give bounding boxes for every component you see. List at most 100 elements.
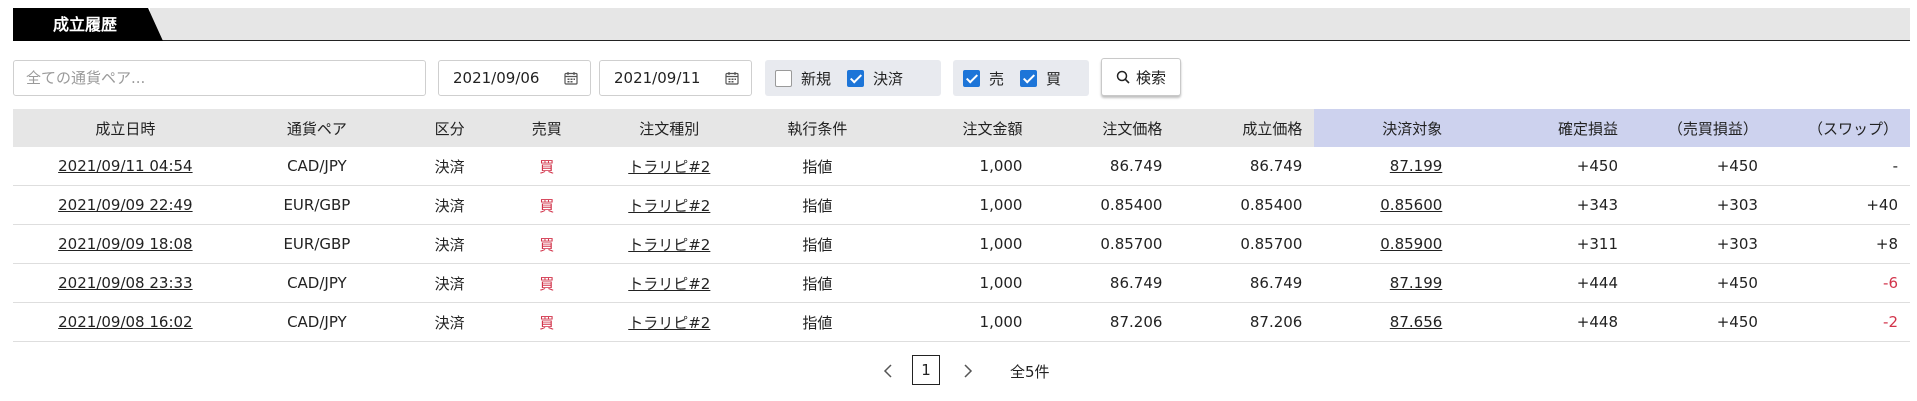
col-header-side[interactable]: 売買	[503, 109, 591, 147]
kubun-cell: 決済	[396, 147, 504, 186]
datetime-link[interactable]: 2021/09/09 18:08	[58, 235, 192, 253]
datetime-link[interactable]: 2021/09/11 04:54	[58, 157, 192, 175]
buy-checkbox[interactable]: 買	[1020, 68, 1061, 89]
table-row: 2021/09/09 22:49 EUR/GBP 決済 買 トラリピ#2 指値 …	[13, 185, 1910, 225]
date-to-field[interactable]: 2021/09/11	[599, 60, 752, 96]
tab-execution-history[interactable]: 成立履歴	[13, 8, 163, 41]
condition-cell: 指値	[748, 224, 887, 264]
date-to-value: 2021/09/11	[614, 69, 701, 87]
kubun-cell: 決済	[396, 263, 504, 303]
col-header-condition[interactable]: 執行条件	[748, 109, 887, 147]
order-type-link[interactable]: トラリピ#2	[628, 275, 710, 293]
calendar-icon[interactable]	[564, 71, 578, 85]
trade-pnl-cell: +303	[1630, 224, 1770, 264]
swap-cell: +40	[1769, 185, 1910, 225]
date-from-field[interactable]: 2021/09/06	[438, 60, 591, 96]
amount-cell: 1,000	[886, 185, 1035, 225]
col-header-fill-price[interactable]: 成立価格	[1174, 109, 1315, 147]
col-header-kubun[interactable]: 区分	[396, 109, 504, 147]
side-cell: 買	[503, 263, 591, 303]
table-row: 2021/09/08 23:33 CAD/JPY 決済 買 トラリピ#2 指値 …	[13, 263, 1910, 303]
kubun-cell: 決済	[396, 224, 504, 264]
target-link[interactable]: 0.85900	[1380, 235, 1442, 253]
col-header-pnl[interactable]: 確定損益	[1454, 109, 1630, 147]
settle-checkbox[interactable]: 決済	[847, 68, 903, 89]
pnl-cell: +448	[1454, 302, 1630, 342]
page-button-current[interactable]: 1	[912, 355, 940, 385]
col-header-target[interactable]: 決済対象	[1314, 109, 1455, 147]
table-row: 2021/09/08 16:02 CAD/JPY 決済 買 トラリピ#2 指値 …	[13, 302, 1910, 342]
col-header-datetime[interactable]: 成立日時	[13, 109, 238, 147]
col-header-amount[interactable]: 注文金額	[886, 109, 1035, 147]
order-type-link[interactable]: トラリピ#2	[628, 158, 710, 176]
pnl-cell: +311	[1454, 224, 1630, 264]
kubun-cell: 決済	[396, 302, 504, 342]
condition-cell: 指値	[748, 185, 887, 225]
target-link[interactable]: 87.199	[1390, 274, 1443, 292]
datetime-link[interactable]: 2021/09/09 22:49	[58, 196, 192, 214]
condition-cell: 指値	[748, 147, 887, 186]
amount-cell: 1,000	[886, 263, 1035, 303]
new-checkbox-label: 新規	[801, 69, 832, 88]
order-price-cell: 86.749	[1034, 263, 1175, 303]
order-type-link[interactable]: トラリピ#2	[628, 314, 710, 332]
pair-cell: CAD/JPY	[237, 147, 397, 186]
table-row: 2021/09/09 18:08 EUR/GBP 決済 買 トラリピ#2 指値 …	[13, 224, 1910, 264]
swap-cell: -2	[1769, 302, 1910, 342]
swap-cell: -6	[1769, 263, 1910, 303]
target-link[interactable]: 87.199	[1390, 157, 1443, 175]
col-header-swap[interactable]: （スワップ）	[1769, 109, 1910, 147]
kubun-filter-group: 新規 決済	[765, 60, 941, 96]
search-button[interactable]: 検索	[1101, 58, 1181, 96]
date-from-value: 2021/09/06	[453, 69, 540, 87]
tab-track	[150, 8, 1910, 41]
col-header-order-type[interactable]: 注文種別	[590, 109, 749, 147]
condition-cell: 指値	[748, 302, 887, 342]
search-icon	[1116, 70, 1130, 84]
swap-cell: -	[1769, 147, 1910, 186]
tab-bar: 成立履歴	[0, 8, 1910, 41]
swap-cell: +8	[1769, 224, 1910, 264]
fill-price-cell: 0.85700	[1174, 224, 1315, 264]
side-cell: 買	[503, 147, 591, 186]
pair-cell: EUR/GBP	[237, 224, 397, 264]
chevron-left-icon[interactable]	[880, 362, 896, 380]
fill-price-cell: 0.85400	[1174, 185, 1315, 225]
pnl-cell: +343	[1454, 185, 1630, 225]
trade-pnl-cell: +450	[1630, 302, 1770, 342]
datetime-link[interactable]: 2021/09/08 23:33	[58, 274, 192, 292]
col-header-order-price[interactable]: 注文価格	[1034, 109, 1175, 147]
pair-cell: CAD/JPY	[237, 263, 397, 303]
target-link[interactable]: 0.85600	[1380, 196, 1442, 214]
side-cell: 買	[503, 185, 591, 225]
side-cell: 買	[503, 224, 591, 264]
sell-checkbox-label: 売	[989, 69, 1005, 88]
amount-cell: 1,000	[886, 224, 1035, 264]
col-header-pair[interactable]: 通貨ペア	[237, 109, 397, 147]
new-checkbox[interactable]: 新規	[775, 68, 831, 89]
chevron-right-icon[interactable]	[960, 362, 976, 380]
calendar-icon[interactable]	[725, 71, 739, 85]
sell-checkbox-box[interactable]	[963, 69, 980, 87]
target-link[interactable]: 87.656	[1390, 313, 1443, 331]
sell-checkbox[interactable]: 売	[963, 68, 1004, 89]
total-count: 全5件	[1010, 363, 1050, 381]
side-filter-group: 売 買	[953, 60, 1089, 96]
trade-pnl-cell: +450	[1630, 263, 1770, 303]
col-header-trade-pnl[interactable]: （売買損益）	[1630, 109, 1770, 147]
kubun-cell: 決済	[396, 185, 504, 225]
order-price-cell: 0.85700	[1034, 224, 1175, 264]
order-type-link[interactable]: トラリピ#2	[628, 236, 710, 254]
condition-cell: 指値	[748, 263, 887, 303]
amount-cell: 1,000	[886, 147, 1035, 186]
order-type-link[interactable]: トラリピ#2	[628, 197, 710, 215]
pair-cell: EUR/GBP	[237, 185, 397, 225]
settle-checkbox-label: 決済	[873, 69, 904, 88]
datetime-link[interactable]: 2021/09/08 16:02	[58, 313, 192, 331]
buy-checkbox-box[interactable]	[1020, 69, 1038, 87]
search-button-label: 検索	[1135, 68, 1166, 87]
execution-history-table: 成立日時 通貨ペア 区分 売買 注文種別 執行条件 注文金額 注文価格 成立価格…	[13, 109, 1910, 342]
new-checkbox-box[interactable]	[775, 69, 792, 87]
settle-checkbox-box[interactable]	[847, 69, 865, 87]
currency-pair-input[interactable]	[13, 60, 426, 96]
